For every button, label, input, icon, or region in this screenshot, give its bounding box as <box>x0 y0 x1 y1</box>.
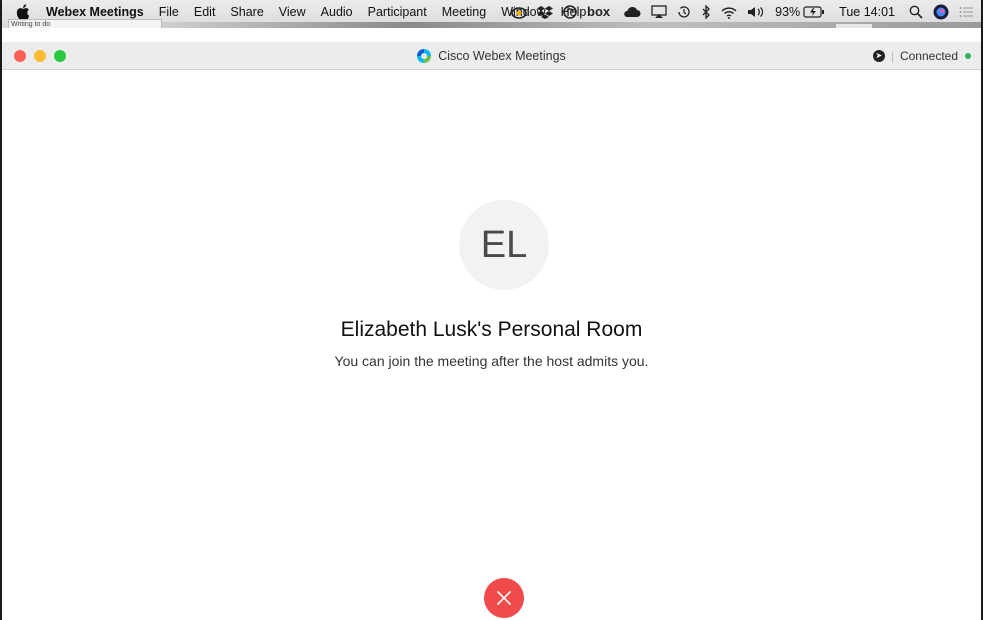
window-title: Cisco Webex Meetings <box>2 42 981 70</box>
menu-file[interactable]: File <box>159 5 179 19</box>
menu-participant[interactable]: Participant <box>368 5 427 19</box>
menu-view[interactable]: View <box>279 5 306 19</box>
svg-text:box: box <box>587 5 611 19</box>
wifi-icon[interactable] <box>721 6 737 19</box>
status-divider: | <box>890 49 894 63</box>
window-titlebar: Cisco Webex Meetings ➤ | Connected <box>2 42 981 70</box>
window-title-text: Cisco Webex Meetings <box>438 49 566 63</box>
menu-meeting[interactable]: Meeting <box>442 5 486 19</box>
battery-icon[interactable] <box>803 6 825 18</box>
menubar-clock[interactable]: Tue 14:01 <box>839 5 895 19</box>
menu-share[interactable]: Share <box>230 5 263 19</box>
connected-indicator-icon <box>965 53 971 59</box>
window-gap <box>2 28 981 42</box>
bluetooth-icon[interactable] <box>701 5 711 19</box>
sync-icon[interactable] <box>563 5 577 19</box>
airplay-icon[interactable] <box>651 5 667 19</box>
menu-edit[interactable]: Edit <box>194 5 216 19</box>
leave-meeting-button[interactable] <box>484 578 524 618</box>
host-avatar: EL <box>459 200 549 290</box>
connection-status: ➤ | Connected <box>872 42 971 70</box>
background-tab-label[interactable]: Writing to do <box>8 19 162 28</box>
menu-audio[interactable]: Audio <box>321 5 353 19</box>
search-icon[interactable] <box>909 5 923 19</box>
room-title: Elizabeth Lusk's Personal Room <box>340 318 643 341</box>
waiting-message: You can join the meeting after the host … <box>334 353 649 369</box>
compass-icon[interactable]: ➤ <box>872 50 885 62</box>
creative-cloud-icon[interactable] <box>511 5 527 19</box>
cloud-icon[interactable] <box>623 6 641 18</box>
dropbox-icon[interactable] <box>537 5 554 19</box>
time-machine-icon[interactable] <box>677 5 691 19</box>
menu-app-name[interactable]: Webex Meetings <box>46 5 144 19</box>
volume-icon[interactable] <box>747 6 765 18</box>
battery-percent[interactable]: 93% <box>775 5 800 19</box>
connection-status-text: Connected <box>899 49 958 63</box>
close-icon <box>497 591 511 605</box>
box-icon[interactable]: box <box>587 5 613 19</box>
siri-icon[interactable] <box>933 4 949 20</box>
app-window: Webex Meetings File Edit Share View Audi… <box>0 0 983 620</box>
avatar-initials: EL <box>480 223 528 266</box>
apple-menu-icon[interactable] <box>16 4 30 20</box>
notification-center-icon[interactable] <box>959 6 973 18</box>
webex-logo-icon <box>417 49 432 63</box>
